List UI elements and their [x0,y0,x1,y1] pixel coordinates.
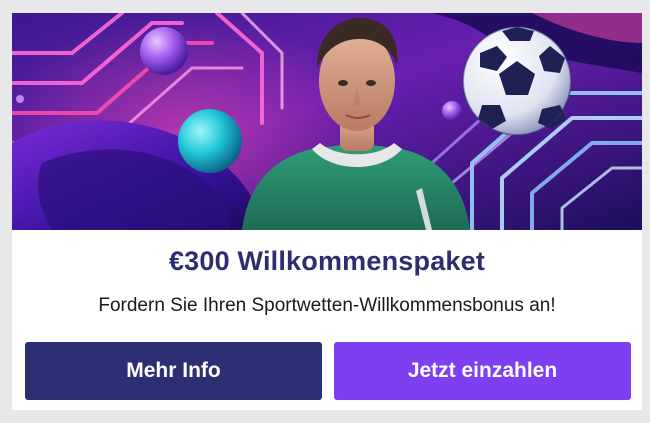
hero-illustration [12,13,642,230]
promo-title: €300 Willkommenspaket [168,246,486,276]
football-icon [462,26,572,136]
more-info-label: Mehr Info [126,359,221,382]
sphere-teal [178,109,242,173]
sphere-purple [140,27,188,75]
promo-card: €300 Willkommenspaket Fordern Sie Ihren … [12,13,642,410]
sphere-small [442,101,462,121]
deposit-label: Jetzt einzahlen [407,359,558,382]
more-info-button[interactable]: Mehr Info [25,342,322,400]
deposit-now-button[interactable]: Jetzt einzahlen [334,342,631,400]
hero-banner [12,13,642,230]
promo-subtitle: Fordern Sie Ihren Sportwetten-Willkommen… [98,295,556,316]
